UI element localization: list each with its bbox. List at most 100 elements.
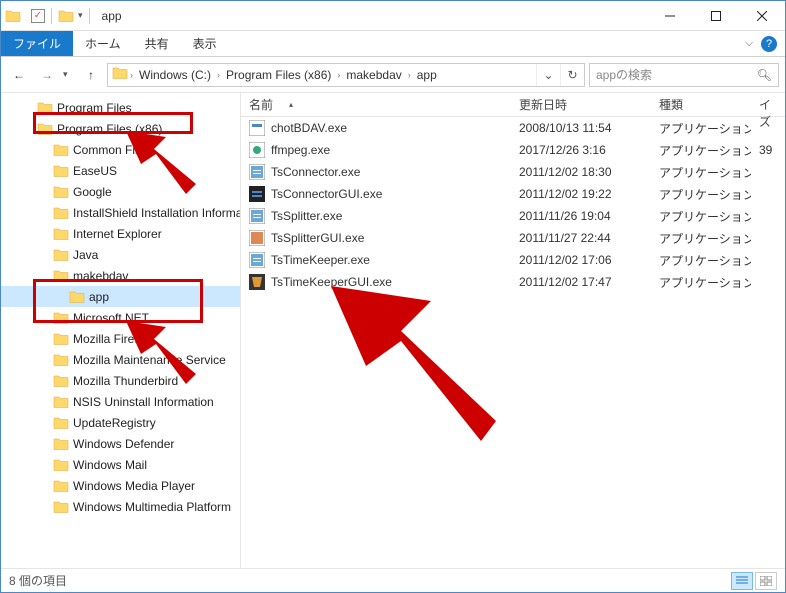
file-type: アプリケーション <box>651 208 751 225</box>
close-button[interactable] <box>739 1 785 31</box>
file-row[interactable]: TsTimeKeeperGUI.exe2011/12/02 17:47アプリケー… <box>241 271 785 293</box>
tree-item-label: EaseUS <box>73 164 117 178</box>
tree-item[interactable]: Mozilla Firefox <box>1 328 240 349</box>
column-headers: 名前▴ 更新日時 種類 サイズ <box>241 93 785 117</box>
folder-icon <box>112 65 128 84</box>
tree-item-label: Windows Mail <box>73 458 147 472</box>
address-dropdown-icon[interactable]: ⌄ <box>536 64 560 86</box>
file-row[interactable]: TsTimeKeeper.exe2011/12/02 17:06アプリケーション <box>241 249 785 271</box>
breadcrumb-item[interactable]: app <box>413 64 441 86</box>
folder-icon <box>37 121 53 137</box>
exe-icon-5 <box>249 230 265 246</box>
file-type: アプリケーション <box>651 274 751 291</box>
file-date: 2017/12/26 3:16 <box>511 143 651 157</box>
file-row[interactable]: TsSplitter.exe2011/11/26 19:04アプリケーション <box>241 205 785 227</box>
tree-item-label: makebdav <box>73 269 128 283</box>
tree-item-label: Windows Defender <box>73 437 174 451</box>
maximize-button[interactable] <box>693 1 739 31</box>
column-size[interactable]: サイズ <box>751 93 785 116</box>
file-row[interactable]: TsConnector.exe2011/12/02 18:30アプリケーション <box>241 161 785 183</box>
tree-item-label: InstallShield Installation Information <box>73 206 241 220</box>
file-list-body[interactable]: chotBDAV.exe2008/10/13 11:54アプリケーションffmp… <box>241 117 785 568</box>
history-dropdown-icon[interactable]: ▾ <box>63 69 75 80</box>
breadcrumb-item[interactable]: makebdav <box>342 64 405 86</box>
folder-icon <box>53 394 69 410</box>
tree-item-label: Program Files <box>57 101 132 115</box>
folder-icon[interactable] <box>58 8 74 24</box>
breadcrumb-item[interactable]: Program Files (x86) <box>222 64 335 86</box>
file-row[interactable]: TsSplitterGUI.exe2011/11/27 22:44アプリケーショ… <box>241 227 785 249</box>
column-type[interactable]: 種類 <box>651 93 751 116</box>
tree-item-label: Google <box>73 185 112 199</box>
tab-view[interactable]: 表示 <box>181 31 229 56</box>
chevron-down-icon[interactable]: ▾ <box>78 10 83 21</box>
file-type: アプリケーション <box>651 142 751 159</box>
address-bar[interactable]: › Windows (C:) › Program Files (x86) › m… <box>107 63 585 87</box>
file-type: アプリケーション <box>651 120 751 137</box>
chevron-right-icon[interactable]: › <box>335 70 342 80</box>
tree-item[interactable]: Java <box>1 244 240 265</box>
file-row[interactable]: chotBDAV.exe2008/10/13 11:54アプリケーション <box>241 117 785 139</box>
qat-checkbox[interactable] <box>31 9 45 23</box>
tree-item-label: Internet Explorer <box>73 227 162 241</box>
folder-icon <box>69 289 85 305</box>
refresh-button[interactable]: ↻ <box>560 64 584 86</box>
folder-icon <box>53 184 69 200</box>
tree-item[interactable]: Windows Defender <box>1 433 240 454</box>
tree-item[interactable]: Program Files (x86) <box>1 118 240 139</box>
file-row[interactable]: TsConnectorGUI.exe2011/12/02 19:22アプリケーシ… <box>241 183 785 205</box>
minimize-button[interactable] <box>647 1 693 31</box>
file-row[interactable]: ffmpeg.exe2017/12/26 3:16アプリケーション39 <box>241 139 785 161</box>
tree-item[interactable]: Windows Multimedia Platform <box>1 496 240 517</box>
tree-item[interactable]: InstallShield Installation Information <box>1 202 240 223</box>
file-type: アプリケーション <box>651 252 751 269</box>
forward-button[interactable]: → <box>35 63 59 87</box>
tree-item-label: Mozilla Firefox <box>73 332 150 346</box>
tree-item[interactable]: Mozilla Thunderbird <box>1 370 240 391</box>
search-icon[interactable]: 🔍︎ <box>757 68 772 82</box>
back-button[interactable]: ← <box>7 63 31 87</box>
chevron-right-icon[interactable]: › <box>215 70 222 80</box>
folder-icon <box>53 247 69 263</box>
tree-item[interactable]: makebdav <box>1 265 240 286</box>
tree-item-label: Windows Media Player <box>73 479 195 493</box>
search-placeholder: appの検索 <box>596 66 652 83</box>
tree-item[interactable]: NSIS Uninstall Information <box>1 391 240 412</box>
column-name[interactable]: 名前▴ <box>241 93 511 116</box>
tree-item[interactable]: Program Files <box>1 97 240 118</box>
folder-icon <box>53 499 69 515</box>
search-input[interactable]: appの検索 🔍︎ <box>589 63 779 87</box>
chevron-right-icon[interactable]: › <box>406 70 413 80</box>
tree-item[interactable]: EaseUS <box>1 160 240 181</box>
tree-item[interactable]: UpdateRegistry <box>1 412 240 433</box>
tree-item[interactable]: Mozilla Maintenance Service <box>1 349 240 370</box>
up-button[interactable]: ↑ <box>79 63 103 87</box>
tab-home[interactable]: ホーム <box>73 31 133 56</box>
tree-item[interactable]: Windows Media Player <box>1 475 240 496</box>
ribbon-collapse-icon[interactable]: ⌵ <box>745 38 753 49</box>
sort-arrow-icon: ▴ <box>289 100 293 109</box>
breadcrumb-item[interactable]: Windows (C:) <box>135 64 215 86</box>
icons-view-button[interactable] <box>755 572 777 590</box>
tree-item-label: Program Files (x86) <box>57 122 162 136</box>
folder-icon <box>53 436 69 452</box>
tab-file[interactable]: ファイル <box>1 31 73 56</box>
tree-item[interactable]: app <box>1 286 240 307</box>
help-icon[interactable]: ? <box>761 36 777 52</box>
tree-item[interactable]: Internet Explorer <box>1 223 240 244</box>
details-view-button[interactable] <box>731 572 753 590</box>
tree-item-label: NSIS Uninstall Information <box>73 395 214 409</box>
file-date: 2011/12/02 19:22 <box>511 187 651 201</box>
qat-divider <box>89 8 90 24</box>
tree-item-label: Windows Multimedia Platform <box>73 500 231 514</box>
chevron-right-icon[interactable]: › <box>128 70 135 80</box>
content-area: Program Files Program Files (x86) Common F… <box>1 93 785 568</box>
column-date[interactable]: 更新日時 <box>511 93 651 116</box>
tree-item[interactable]: Microsoft.NET <box>1 307 240 328</box>
tree-item[interactable]: Windows Mail <box>1 454 240 475</box>
tree-item[interactable]: Common Files <box>1 139 240 160</box>
navigation-tree[interactable]: Program Files Program Files (x86) Common F… <box>1 93 241 568</box>
tab-share[interactable]: 共有 <box>133 31 181 56</box>
file-date: 2011/11/27 22:44 <box>511 231 651 245</box>
tree-item[interactable]: Google <box>1 181 240 202</box>
